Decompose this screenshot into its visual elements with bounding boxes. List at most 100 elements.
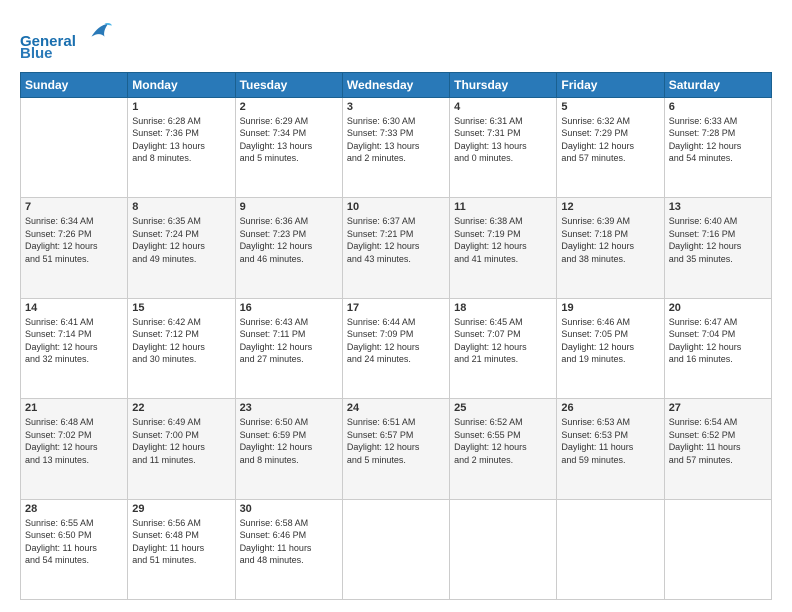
calendar-cell: 5 Sunrise: 6:32 AM Sunset: 7:29 PM Daylig… <box>557 97 664 198</box>
day-number: 21 <box>25 402 123 414</box>
day-number: 28 <box>25 503 123 515</box>
calendar-cell: 21 Sunrise: 6:48 AM Sunset: 7:02 PM Dayli… <box>21 399 128 500</box>
calendar-header-sunday: Sunday <box>21 72 128 97</box>
calendar-cell: 18 Sunrise: 6:45 AM Sunset: 7:07 PM Dayli… <box>450 298 557 399</box>
calendar-body: 1 Sunrise: 6:28 AM Sunset: 7:36 PM Daylig… <box>21 97 772 600</box>
day-number: 9 <box>240 201 338 213</box>
day-info: Sunrise: 6:49 AM Sunset: 7:00 PM Dayligh… <box>132 416 230 466</box>
calendar-cell: 3 Sunrise: 6:30 AM Sunset: 7:33 PM Daylig… <box>342 97 449 198</box>
week-row-3: 14 Sunrise: 6:41 AM Sunset: 7:14 PM Dayli… <box>21 298 772 399</box>
week-row-2: 7 Sunrise: 6:34 AM Sunset: 7:26 PM Daylig… <box>21 198 772 299</box>
day-number: 24 <box>347 402 445 414</box>
calendar-cell: 19 Sunrise: 6:46 AM Sunset: 7:05 PM Dayli… <box>557 298 664 399</box>
calendar-cell: 14 Sunrise: 6:41 AM Sunset: 7:14 PM Dayli… <box>21 298 128 399</box>
day-number: 6 <box>669 101 767 113</box>
calendar-cell: 13 Sunrise: 6:40 AM Sunset: 7:16 PM Dayli… <box>664 198 771 299</box>
day-info: Sunrise: 6:36 AM Sunset: 7:23 PM Dayligh… <box>240 215 338 265</box>
day-info: Sunrise: 6:55 AM Sunset: 6:50 PM Dayligh… <box>25 517 123 567</box>
calendar-cell: 27 Sunrise: 6:54 AM Sunset: 6:52 PM Dayli… <box>664 399 771 500</box>
day-number: 3 <box>347 101 445 113</box>
day-info: Sunrise: 6:33 AM Sunset: 7:28 PM Dayligh… <box>669 115 767 165</box>
day-number: 7 <box>25 201 123 213</box>
calendar-cell: 17 Sunrise: 6:44 AM Sunset: 7:09 PM Dayli… <box>342 298 449 399</box>
day-number: 1 <box>132 101 230 113</box>
day-info: Sunrise: 6:45 AM Sunset: 7:07 PM Dayligh… <box>454 316 552 366</box>
calendar-cell <box>664 499 771 600</box>
day-info: Sunrise: 6:37 AM Sunset: 7:21 PM Dayligh… <box>347 215 445 265</box>
day-info: Sunrise: 6:43 AM Sunset: 7:11 PM Dayligh… <box>240 316 338 366</box>
day-number: 20 <box>669 302 767 314</box>
calendar-cell: 15Sunrise: 6:42 AM Sunset: 7:12 PM Dayli… <box>128 298 235 399</box>
calendar-cell: 16 Sunrise: 6:43 AM Sunset: 7:11 PM Dayli… <box>235 298 342 399</box>
day-number: 25 <box>454 402 552 414</box>
day-number: 4 <box>454 101 552 113</box>
day-info: Sunrise: 6:32 AM Sunset: 7:29 PM Dayligh… <box>561 115 659 165</box>
calendar-header-row: SundayMondayTuesdayWednesdayThursdayFrid… <box>21 72 772 97</box>
day-info: Sunrise: 6:29 AM Sunset: 7:34 PM Dayligh… <box>240 115 338 165</box>
day-number: 14 <box>25 302 123 314</box>
day-info: Sunrise: 6:40 AM Sunset: 7:16 PM Dayligh… <box>669 215 767 265</box>
day-number: 18 <box>454 302 552 314</box>
day-info: Sunrise: 6:58 AM Sunset: 6:46 PM Dayligh… <box>240 517 338 567</box>
day-info: Sunrise: 6:34 AM Sunset: 7:26 PM Dayligh… <box>25 215 123 265</box>
day-number: 29 <box>132 503 230 515</box>
calendar-header-monday: Monday <box>128 72 235 97</box>
day-number: 19 <box>561 302 659 314</box>
calendar-cell: 8Sunrise: 6:35 AM Sunset: 7:24 PM Daylig… <box>128 198 235 299</box>
day-info: Sunrise: 6:50 AM Sunset: 6:59 PM Dayligh… <box>240 416 338 466</box>
day-number: 12 <box>561 201 659 213</box>
day-number: 10 <box>347 201 445 213</box>
day-number: 8 <box>132 201 230 213</box>
logo: General Blue <box>20 18 112 62</box>
calendar-header-friday: Friday <box>557 72 664 97</box>
calendar-cell: 11 Sunrise: 6:38 AM Sunset: 7:19 PM Dayli… <box>450 198 557 299</box>
calendar-cell <box>557 499 664 600</box>
calendar-cell: 20 Sunrise: 6:47 AM Sunset: 7:04 PM Dayli… <box>664 298 771 399</box>
calendar-cell: 25Sunrise: 6:52 AM Sunset: 6:55 PM Dayli… <box>450 399 557 500</box>
day-info: Sunrise: 6:48 AM Sunset: 7:02 PM Dayligh… <box>25 416 123 466</box>
calendar-cell <box>342 499 449 600</box>
day-info: Sunrise: 6:53 AM Sunset: 6:53 PM Dayligh… <box>561 416 659 466</box>
calendar-cell: 29Sunrise: 6:56 AM Sunset: 6:48 PM Dayli… <box>128 499 235 600</box>
calendar-cell <box>450 499 557 600</box>
day-info: Sunrise: 6:47 AM Sunset: 7:04 PM Dayligh… <box>669 316 767 366</box>
day-number: 16 <box>240 302 338 314</box>
day-info: Sunrise: 6:54 AM Sunset: 6:52 PM Dayligh… <box>669 416 767 466</box>
day-info: Sunrise: 6:30 AM Sunset: 7:33 PM Dayligh… <box>347 115 445 165</box>
day-info: Sunrise: 6:51 AM Sunset: 6:57 PM Dayligh… <box>347 416 445 466</box>
calendar-cell: 24 Sunrise: 6:51 AM Sunset: 6:57 PM Dayli… <box>342 399 449 500</box>
day-number: 15 <box>132 302 230 314</box>
calendar-cell: 23Sunrise: 6:50 AM Sunset: 6:59 PM Dayli… <box>235 399 342 500</box>
day-info: Sunrise: 6:41 AM Sunset: 7:14 PM Dayligh… <box>25 316 123 366</box>
calendar-cell: 30 Sunrise: 6:58 AM Sunset: 6:46 PM Dayli… <box>235 499 342 600</box>
calendar-cell: 28 Sunrise: 6:55 AM Sunset: 6:50 PM Dayli… <box>21 499 128 600</box>
day-number: 27 <box>669 402 767 414</box>
day-number: 17 <box>347 302 445 314</box>
day-info: Sunrise: 6:38 AM Sunset: 7:19 PM Dayligh… <box>454 215 552 265</box>
calendar-cell: 6 Sunrise: 6:33 AM Sunset: 7:28 PM Daylig… <box>664 97 771 198</box>
calendar-cell: 26Sunrise: 6:53 AM Sunset: 6:53 PM Dayli… <box>557 399 664 500</box>
week-row-5: 28 Sunrise: 6:55 AM Sunset: 6:50 PM Dayli… <box>21 499 772 600</box>
calendar-header-wednesday: Wednesday <box>342 72 449 97</box>
day-info: Sunrise: 6:46 AM Sunset: 7:05 PM Dayligh… <box>561 316 659 366</box>
day-number: 22 <box>132 402 230 414</box>
calendar-cell: 4 Sunrise: 6:31 AM Sunset: 7:31 PM Daylig… <box>450 97 557 198</box>
calendar-cell: 22 Sunrise: 6:49 AM Sunset: 7:00 PM Dayli… <box>128 399 235 500</box>
calendar-table: SundayMondayTuesdayWednesdayThursdayFrid… <box>20 72 772 601</box>
day-number: 2 <box>240 101 338 113</box>
day-info: Sunrise: 6:28 AM Sunset: 7:36 PM Dayligh… <box>132 115 230 165</box>
calendar-cell: 1 Sunrise: 6:28 AM Sunset: 7:36 PM Daylig… <box>128 97 235 198</box>
calendar-header-saturday: Saturday <box>664 72 771 97</box>
header: General Blue <box>20 18 772 62</box>
calendar-cell: 2 Sunrise: 6:29 AM Sunset: 7:34 PM Daylig… <box>235 97 342 198</box>
logo-bird-icon <box>84 18 112 46</box>
calendar-header-tuesday: Tuesday <box>235 72 342 97</box>
day-info: Sunrise: 6:31 AM Sunset: 7:31 PM Dayligh… <box>454 115 552 165</box>
day-number: 30 <box>240 503 338 515</box>
day-number: 13 <box>669 201 767 213</box>
day-number: 11 <box>454 201 552 213</box>
calendar-cell: 7 Sunrise: 6:34 AM Sunset: 7:26 PM Daylig… <box>21 198 128 299</box>
day-number: 5 <box>561 101 659 113</box>
day-info: Sunrise: 6:39 AM Sunset: 7:18 PM Dayligh… <box>561 215 659 265</box>
day-info: Sunrise: 6:44 AM Sunset: 7:09 PM Dayligh… <box>347 316 445 366</box>
